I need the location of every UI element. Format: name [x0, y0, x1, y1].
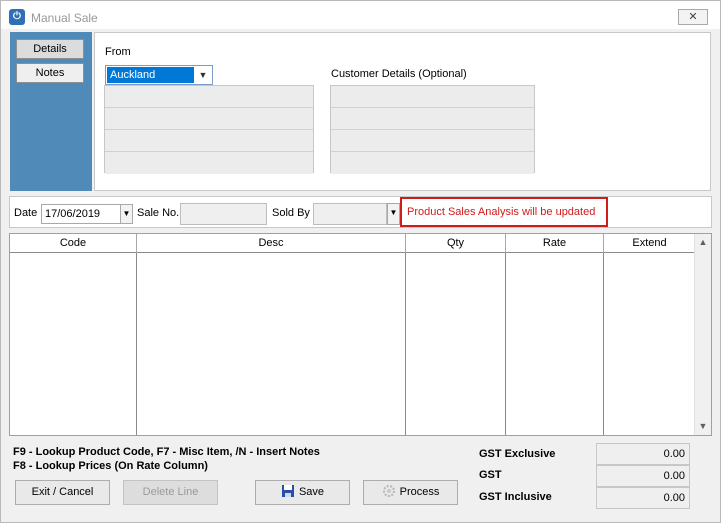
- exit-cancel-label: Exit / Cancel: [31, 486, 94, 498]
- grid-header: Code Desc Qty Rate Extend: [10, 234, 695, 253]
- scroll-down-icon[interactable]: ▼: [695, 418, 711, 435]
- date-label: Date: [14, 207, 38, 219]
- chevron-down-icon[interactable]: ▼: [387, 203, 400, 225]
- date-value: 17/06/2019: [45, 208, 101, 220]
- scroll-up-icon[interactable]: ▲: [695, 234, 711, 251]
- chevron-down-icon[interactable]: ▼: [196, 67, 210, 83]
- from-dropdown[interactable]: Auckland ▼: [105, 65, 213, 85]
- col-header-rate[interactable]: Rate: [506, 234, 604, 253]
- sales-analysis-notice: Product Sales Analysis will be updated: [400, 197, 608, 227]
- tab-notes[interactable]: Notes: [16, 63, 84, 83]
- shortcut-hints-line2: F8 - Lookup Prices (On Rate Column): [13, 460, 208, 472]
- tab-details[interactable]: Details: [16, 39, 84, 59]
- col-header-desc[interactable]: Desc: [137, 234, 406, 253]
- customer-row[interactable]: [331, 86, 534, 108]
- save-icon: [281, 485, 294, 497]
- sale-info-row: Date 17/06/2019 ▼ Sale No. Sold By ▼ Pro…: [9, 196, 712, 228]
- sold-by-label: Sold By: [272, 207, 310, 219]
- delete-line-button[interactable]: Delete Line: [123, 480, 218, 505]
- customer-row[interactable]: [331, 130, 534, 152]
- gst-inclusive-label: GST Inclusive: [479, 491, 552, 503]
- sale-no-field: [180, 203, 267, 225]
- vertical-scrollbar[interactable]: ▲ ▼: [694, 234, 711, 435]
- save-button[interactable]: Save: [255, 480, 350, 505]
- customer-details-label: Customer Details (Optional): [331, 68, 467, 80]
- process-button[interactable]: Process: [363, 480, 458, 505]
- column-divider: [405, 253, 406, 435]
- column-divider: [603, 253, 604, 435]
- app-icon: ⏻: [9, 9, 25, 25]
- save-label: Save: [298, 486, 325, 498]
- customer-row[interactable]: [331, 152, 534, 174]
- gst-label: GST: [479, 469, 502, 481]
- delete-line-label: Delete Line: [142, 486, 199, 498]
- title-bar: ⏻ Manual Sale ✕: [1, 1, 720, 29]
- from-selected-value: Auckland: [107, 67, 194, 83]
- column-divider: [505, 253, 506, 435]
- details-panel: From Auckland ▼ Customer Details (Option…: [94, 32, 711, 191]
- col-header-code[interactable]: Code: [10, 234, 137, 253]
- window-title: Manual Sale: [31, 11, 98, 25]
- address-row[interactable]: [105, 130, 313, 152]
- address-row[interactable]: [105, 108, 313, 130]
- close-icon: ✕: [688, 11, 698, 23]
- close-button[interactable]: ✕: [678, 9, 708, 25]
- gst-exclusive-label: GST Exclusive: [479, 448, 556, 460]
- column-divider: [136, 253, 137, 435]
- col-header-extend[interactable]: Extend: [604, 234, 695, 253]
- from-label: From: [105, 46, 131, 58]
- gst-value: 0.00: [596, 465, 690, 487]
- customer-row[interactable]: [331, 108, 534, 130]
- process-icon: [382, 485, 395, 497]
- address-row[interactable]: [105, 86, 313, 108]
- address-row[interactable]: [105, 152, 313, 174]
- sold-by-dropdown[interactable]: [313, 203, 387, 225]
- col-header-qty[interactable]: Qty: [406, 234, 506, 253]
- sale-no-label: Sale No.: [137, 207, 180, 219]
- exit-cancel-button[interactable]: Exit / Cancel: [15, 480, 110, 505]
- gst-exclusive-value: 0.00: [596, 443, 690, 465]
- tab-strip: Details Notes: [10, 32, 92, 191]
- shortcut-hints-line1: F9 - Lookup Product Code, F7 - Misc Item…: [13, 446, 320, 458]
- line-items-grid[interactable]: Code Desc Qty Rate Extend ▲ ▼: [9, 233, 712, 436]
- process-label: Process: [399, 486, 440, 498]
- date-picker-button[interactable]: ▼: [120, 204, 133, 224]
- from-address-grid[interactable]: [104, 85, 314, 174]
- manual-sale-window: ⏻ Manual Sale ✕ Details Notes From Auckl…: [0, 0, 721, 523]
- gst-inclusive-value: 0.00: [596, 487, 690, 509]
- customer-details-grid[interactable]: [330, 85, 535, 174]
